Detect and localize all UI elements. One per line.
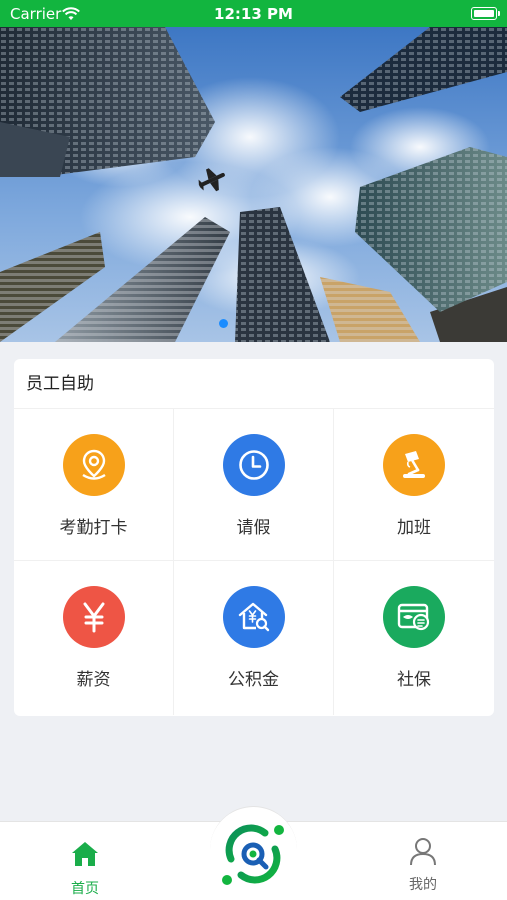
tab-home-label: 首页 [71, 881, 99, 897]
self-service-grid: 考勤打卡 请假 加班 薪资 公积金 社保 [14, 409, 494, 715]
housing-fund-label: 公积金 [228, 670, 279, 690]
banner-image [0, 27, 507, 342]
social-security-card-icon [383, 586, 445, 648]
tab-home[interactable]: 首页 [25, 822, 145, 900]
salary-button[interactable]: 薪资 [14, 561, 174, 715]
user-icon [410, 838, 436, 866]
clock-icon [222, 434, 285, 496]
overtime-label: 加班 [397, 518, 431, 538]
clock-time: 12:13 PM [214, 5, 293, 23]
salary-label: 薪资 [76, 670, 111, 690]
banner-indicator-dot[interactable] [219, 319, 228, 328]
leave-label: 请假 [236, 518, 271, 538]
desk-lamp-icon [383, 434, 445, 496]
section-title: 员工自助 [14, 359, 494, 409]
center-logo-icon[interactable] [217, 817, 291, 891]
self-service-card: 员工自助 考勤打卡 请假 加班 薪资 公积金 社保 [14, 359, 494, 716]
house-yen-icon [222, 586, 285, 648]
social-security-label: 社保 [397, 670, 431, 690]
leave-request-button[interactable]: 请假 [174, 409, 334, 561]
status-bar: Carrier 12:13 PM [0, 0, 507, 27]
attendance-label: 考勤打卡 [59, 518, 128, 538]
overtime-button[interactable]: 加班 [334, 409, 494, 561]
location-pin-icon [62, 434, 125, 496]
housing-fund-button[interactable]: 公积金 [174, 561, 334, 715]
yen-icon [62, 586, 125, 648]
tab-mine[interactable]: 我的 [363, 822, 483, 900]
tab-mine-label: 我的 [409, 877, 437, 893]
social-security-button[interactable]: 社保 [334, 561, 494, 715]
attendance-clock-in-button[interactable]: 考勤打卡 [14, 409, 174, 561]
battery-icon [471, 7, 500, 20]
banner-carousel[interactable] [0, 27, 507, 342]
home-icon [72, 842, 98, 866]
